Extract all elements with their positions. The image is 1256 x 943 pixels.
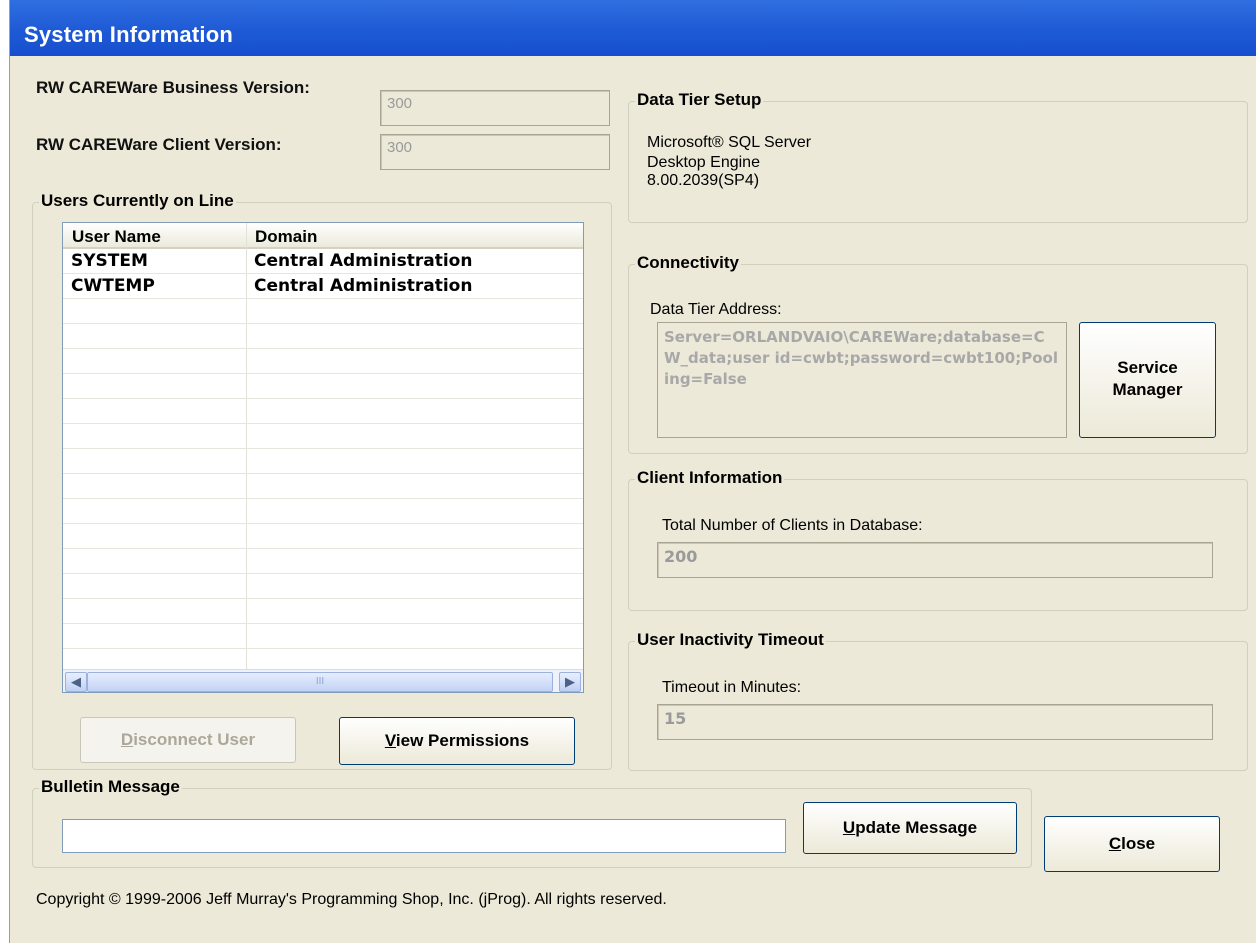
scroll-grip: III bbox=[315, 676, 325, 687]
view-permissions-button[interactable]: View Permissions bbox=[339, 717, 575, 765]
db-engine-line1: Microsoft® SQL Server bbox=[647, 134, 812, 151]
db-engine-line2: Desktop Engine bbox=[647, 154, 760, 171]
row-domain: Central Administration bbox=[254, 251, 473, 271]
update-message-label: pdate Message bbox=[855, 818, 978, 837]
window-client-area: RW CAREWare Business Version: 300 RW CAR… bbox=[10, 56, 1256, 943]
service-manager-label-1: Service bbox=[1117, 358, 1178, 377]
row-user: SYSTEM bbox=[71, 251, 148, 271]
connectivity-group: Connectivity Data Tier Address: Server=O… bbox=[628, 253, 1248, 454]
system-information-window: System Information RW CAREWare Business … bbox=[9, 0, 1256, 943]
empty-row bbox=[63, 424, 583, 449]
disconnect-accel: D bbox=[120, 730, 134, 749]
close-accel: C bbox=[1108, 834, 1122, 853]
empty-row bbox=[63, 324, 583, 349]
empty-row bbox=[63, 399, 583, 424]
empty-row bbox=[63, 524, 583, 549]
users-online-group: Users Currently on Line User Name Domain… bbox=[32, 191, 612, 770]
business-version-label: RW CAREWare Business Version: bbox=[36, 78, 310, 97]
data-tier-address-label: Data Tier Address: bbox=[650, 301, 782, 318]
view-permissions-label: iew Permissions bbox=[395, 731, 530, 750]
bulletin-message-input[interactable] bbox=[62, 819, 786, 853]
empty-row bbox=[63, 499, 583, 524]
row-user: CWTEMP bbox=[71, 276, 155, 296]
users-online-title: Users Currently on Line bbox=[39, 191, 236, 211]
update-message-button[interactable]: Update Message bbox=[803, 802, 1017, 854]
data-tier-address-field[interactable]: Server=ORLANDVAIO\CAREWare;database=CW_d… bbox=[657, 322, 1067, 438]
view-accel: V bbox=[384, 731, 396, 750]
empty-row bbox=[63, 374, 583, 399]
empty-row bbox=[63, 449, 583, 474]
empty-row bbox=[63, 549, 583, 574]
client-information-group: Client Information Total Number of Clien… bbox=[628, 468, 1248, 611]
row-domain: Central Administration bbox=[254, 276, 473, 296]
service-manager-label-2: Manager bbox=[1112, 380, 1183, 399]
table-row[interactable]: CWTEMP Central Administration bbox=[63, 274, 583, 299]
scroll-right-icon[interactable]: ▶ bbox=[559, 672, 581, 692]
empty-row bbox=[63, 599, 583, 624]
client-information-title: Client Information bbox=[635, 468, 785, 488]
user-inactivity-timeout-group: User Inactivity Timeout Timeout in Minut… bbox=[628, 630, 1248, 771]
empty-row bbox=[63, 574, 583, 599]
close-button[interactable]: Close bbox=[1044, 816, 1220, 872]
business-version-field[interactable]: 300 bbox=[380, 90, 610, 126]
table-row[interactable]: SYSTEM Central Administration bbox=[63, 249, 583, 274]
client-version-field[interactable]: 300 bbox=[380, 134, 610, 170]
horizontal-scrollbar[interactable]: ◀ III ▶ bbox=[63, 669, 583, 692]
client-version-label: RW CAREWare Client Version: bbox=[36, 135, 282, 154]
disconnect-user-button[interactable]: Disconnect User bbox=[80, 717, 296, 763]
service-manager-button[interactable]: Service Manager bbox=[1079, 322, 1216, 438]
users-list[interactable]: User Name Domain SYSTEM Central Administ… bbox=[62, 222, 584, 693]
empty-row bbox=[63, 624, 583, 649]
users-list-header: User Name Domain bbox=[63, 223, 583, 249]
client-count-field[interactable]: 200 bbox=[657, 542, 1213, 578]
empty-row bbox=[63, 349, 583, 374]
update-accel: U bbox=[842, 818, 856, 837]
copyright-text: Copyright © 1999-2006 Jeff Murray's Prog… bbox=[36, 891, 667, 908]
connectivity-title: Connectivity bbox=[635, 253, 742, 273]
bulletin-message-title: Bulletin Message bbox=[39, 777, 182, 797]
column-domain[interactable]: Domain bbox=[255, 227, 317, 247]
scroll-left-icon[interactable]: ◀ bbox=[65, 672, 87, 692]
window-title: System Information bbox=[24, 22, 233, 47]
data-tier-setup-title: Data Tier Setup bbox=[635, 90, 764, 110]
timeout-field[interactable]: 15 bbox=[657, 704, 1213, 740]
close-label: lose bbox=[1121, 834, 1156, 853]
scroll-thumb[interactable]: III bbox=[87, 672, 553, 692]
user-inactivity-timeout-title: User Inactivity Timeout bbox=[635, 630, 826, 650]
client-count-label: Total Number of Clients in Database: bbox=[662, 517, 923, 534]
disconnect-label: isconnect User bbox=[133, 730, 256, 749]
db-engine-version: 8.00.2039(SP4) bbox=[647, 172, 760, 189]
column-user-name[interactable]: User Name bbox=[72, 227, 161, 247]
timeout-label: Timeout in Minutes: bbox=[662, 679, 802, 696]
bulletin-message-group: Bulletin Message Update Message bbox=[32, 777, 1032, 868]
empty-row bbox=[63, 474, 583, 499]
data-tier-setup-group: Data Tier Setup Microsoft® SQL Server De… bbox=[628, 90, 1248, 223]
empty-row bbox=[63, 299, 583, 324]
